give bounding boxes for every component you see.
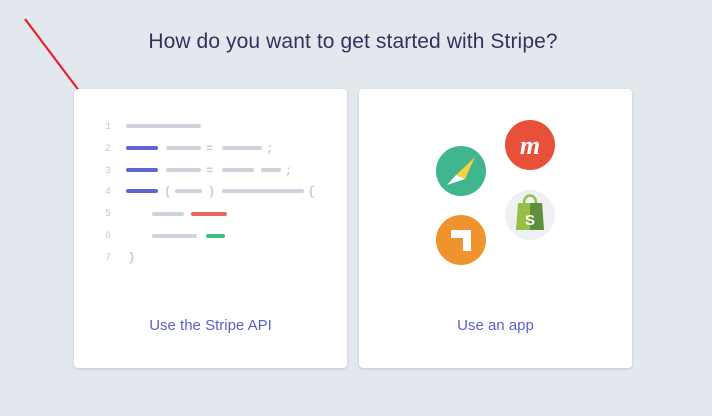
line-number: 4 — [105, 187, 111, 198]
code-symbol: = — [206, 164, 213, 178]
use-an-app-label: Use an app — [457, 317, 534, 334]
use-stripe-api-card[interactable]: 1 2 3 4 5 6 7 = ; = ; ( ) {} Use the St… — [74, 89, 347, 368]
code-symbol: ; — [285, 164, 292, 178]
shopify-bag-icon: S — [505, 190, 555, 240]
line-number: 2 — [105, 144, 111, 155]
line-number: 6 — [105, 231, 111, 242]
page-title: How do you want to get started with Stri… — [148, 30, 558, 53]
code-token — [152, 234, 197, 238]
code-token — [126, 146, 158, 150]
code-symbol: { — [308, 185, 315, 199]
code-token — [191, 212, 227, 216]
code-token — [152, 212, 184, 216]
svg-text:S: S — [525, 212, 535, 229]
code-symbol: ) — [208, 185, 215, 199]
code-token — [126, 124, 201, 128]
code-token — [222, 189, 304, 193]
arrow-app-icon — [436, 215, 486, 265]
code-token — [261, 168, 281, 172]
line-number: 1 — [105, 122, 111, 133]
code-token — [166, 168, 201, 172]
code-token — [222, 168, 254, 172]
code-token — [126, 189, 158, 193]
code-symbol: ( — [164, 185, 171, 199]
m-logo-icon: m — [505, 120, 555, 170]
svg-text:m: m — [520, 131, 540, 160]
code-token — [222, 146, 262, 150]
code-token — [206, 234, 225, 238]
compass-icon — [436, 146, 486, 196]
use-stripe-api-label: Use the Stripe API — [149, 317, 272, 334]
code-symbol: } — [128, 251, 135, 265]
code-token — [175, 189, 202, 193]
line-number: 5 — [105, 209, 111, 220]
code-illustration: 1 2 3 4 5 6 7 = ; = ; ( ) {} — [105, 122, 315, 265]
code-symbol: ; — [266, 142, 273, 156]
use-an-app-card[interactable]: m S Use an app — [359, 89, 632, 368]
line-number: 7 — [105, 253, 111, 264]
code-token — [166, 146, 201, 150]
code-symbol: = — [206, 142, 213, 156]
app-icons-illustration: m S — [436, 120, 555, 265]
line-number: 3 — [105, 166, 111, 177]
code-token — [126, 168, 158, 172]
